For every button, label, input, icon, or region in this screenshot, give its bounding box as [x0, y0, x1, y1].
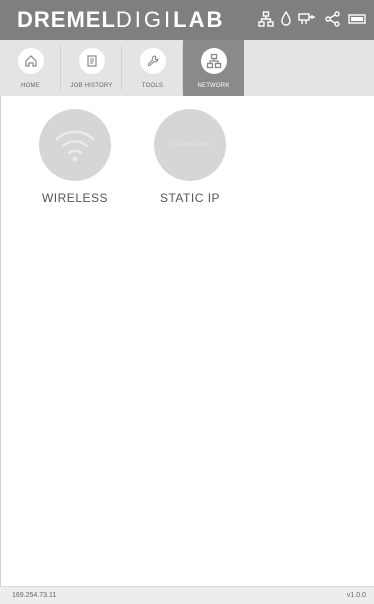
brand-text-dremel: DREMEL [17, 7, 116, 32]
wrench-icon [139, 48, 166, 74]
tab-home-label: HOME [21, 83, 40, 89]
tab-network[interactable]: NETWORK [183, 40, 244, 96]
status-footer: 169.254.73.11 v1.0.0 [0, 586, 374, 604]
job-history-icon [78, 48, 105, 74]
brand-logo: DREMELDIGILAB [17, 9, 224, 31]
content-border [0, 96, 1, 586]
share-icon [325, 11, 341, 27]
firmware-version: v1.0.0 [346, 592, 366, 599]
brand-text-digi: DIGI [115, 7, 174, 32]
tab-bar: HOME JOB HISTORY TOOLS NETWORK [0, 40, 374, 96]
wifi-icon [55, 130, 95, 162]
network-status-icon [258, 11, 274, 27]
wireless-option[interactable]: WIRELESS [25, 109, 125, 205]
static-ip-button[interactable]: 000.000.000 [154, 109, 226, 181]
status-icons [258, 11, 366, 27]
ip-address: 169.254.73.11 [12, 592, 57, 599]
home-icon [17, 48, 44, 74]
tab-job-history[interactable]: JOB HISTORY [61, 40, 122, 96]
tab-job-history-label: JOB HISTORY [70, 83, 113, 89]
app-header: DREMELDIGILAB [0, 0, 374, 40]
extruder-status-icon [298, 11, 318, 27]
wireless-label: WIRELESS [41, 191, 108, 205]
tab-tools-label: TOOLS [141, 83, 164, 89]
static-ip-placeholder: 000.000.000 [170, 142, 210, 148]
static-ip-option[interactable]: 000.000.000 STATIC IP [140, 109, 240, 205]
wireless-button[interactable] [39, 109, 111, 181]
tab-network-label: NETWORK [197, 83, 230, 89]
network-icon [200, 48, 227, 74]
static-ip-label: STATIC IP [159, 191, 221, 205]
battery-icon [348, 13, 366, 25]
filament-status-icon [281, 11, 291, 27]
brand-text-lab: LAB [173, 7, 225, 32]
tab-home[interactable]: HOME [0, 40, 61, 96]
tab-tools[interactable]: TOOLS [122, 40, 183, 96]
